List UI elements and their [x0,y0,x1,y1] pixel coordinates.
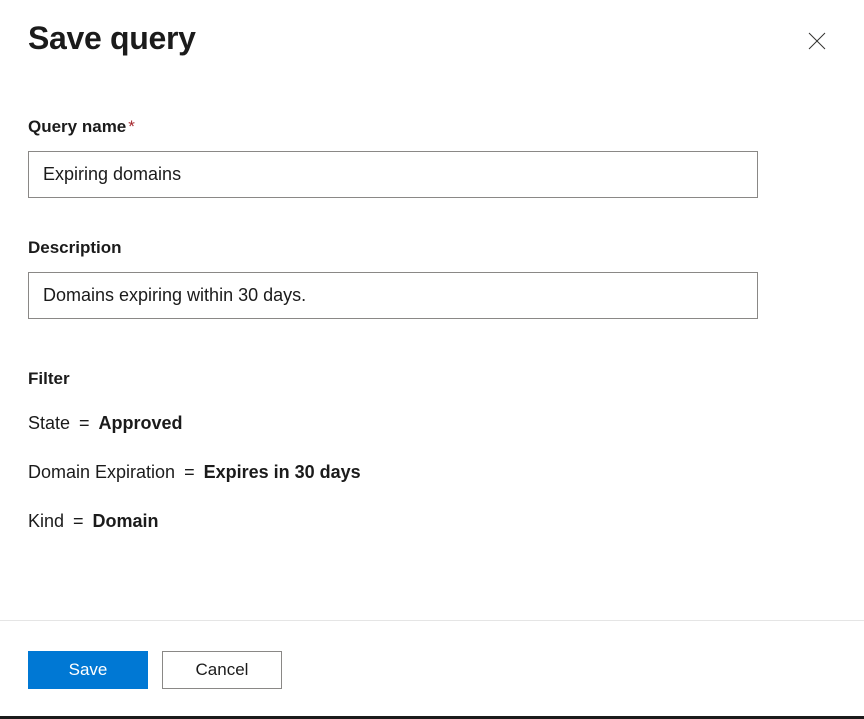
filter-field: State [28,413,70,433]
close-icon [808,32,826,50]
query-name-group: Query name* [28,117,836,198]
filter-row-domain-expiration: Domain Expiration = Expires in 30 days [28,462,836,483]
query-name-label-text: Query name [28,117,126,136]
filter-equals: = [68,511,89,531]
description-input[interactable] [28,272,758,319]
filter-value: Expires in 30 days [204,462,361,482]
query-name-input[interactable] [28,151,758,198]
close-button[interactable] [802,26,832,56]
description-group: Description [28,238,836,319]
required-asterisk: * [128,117,135,136]
filter-heading: Filter [28,369,836,389]
filter-equals: = [179,462,200,482]
dialog-title: Save query [28,20,196,57]
dialog-header: Save query [28,20,836,57]
filter-field: Kind [28,511,64,531]
filter-row-state: State = Approved [28,413,836,434]
save-query-dialog: Save query Query name* Description Filte… [0,0,864,719]
filter-equals: = [74,413,95,433]
query-name-label: Query name* [28,117,836,137]
filter-section: Filter State = Approved Domain Expiratio… [28,369,836,560]
filter-value: Domain [93,511,159,531]
filter-field: Domain Expiration [28,462,175,482]
cancel-button[interactable]: Cancel [162,651,282,689]
description-label: Description [28,238,836,258]
filter-value: Approved [99,413,183,433]
filter-row-kind: Kind = Domain [28,511,836,532]
dialog-footer: Save Cancel [0,620,864,719]
save-button[interactable]: Save [28,651,148,689]
